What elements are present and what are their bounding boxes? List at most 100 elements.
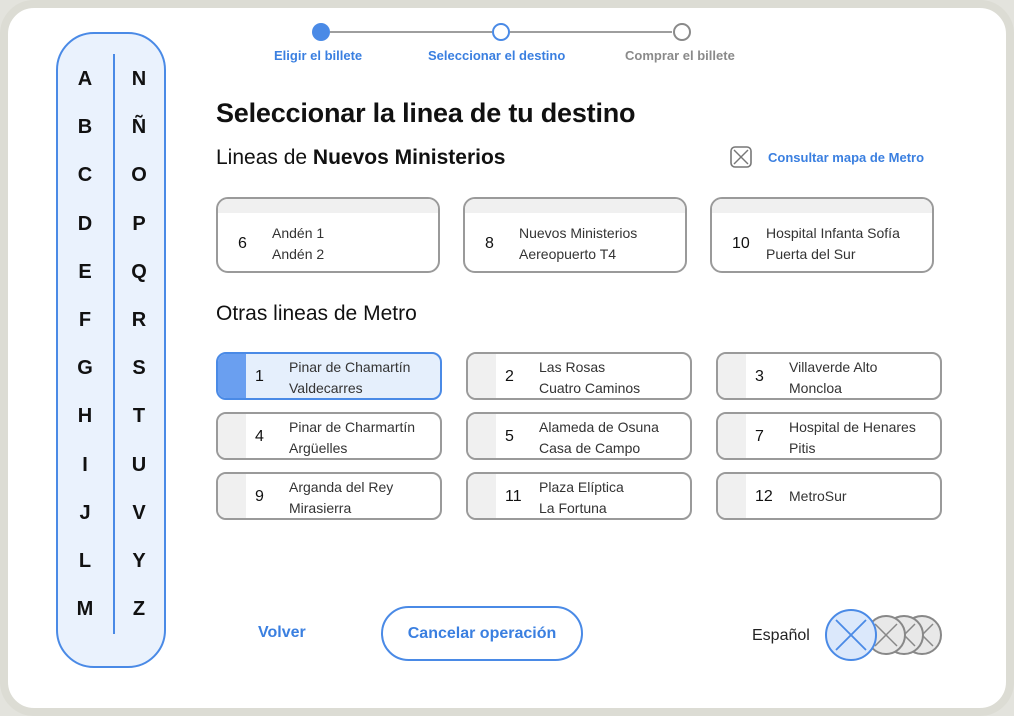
- line-terminal-1: Pinar de Charmartín: [289, 419, 416, 435]
- station-line-card[interactable]: 6 Andén 1 Andén 2: [216, 197, 440, 273]
- card-tab: [218, 414, 246, 458]
- alphabet-letter[interactable]: L: [65, 550, 105, 573]
- card-tab: [218, 474, 246, 518]
- line-number: 3: [755, 368, 764, 385]
- line-number: 5: [505, 428, 514, 445]
- alphabet-letter[interactable]: E: [65, 261, 105, 284]
- line-terminal-2: Valdecarres: [289, 380, 363, 396]
- step-2-label: Seleccionar el destino: [428, 48, 566, 63]
- back-button[interactable]: Volver: [258, 624, 306, 642]
- card-band: [712, 199, 932, 213]
- line-number: 10: [732, 235, 750, 252]
- station-name: Nuevos Ministerios: [312, 146, 506, 169]
- alphabet-letter[interactable]: P: [119, 213, 159, 236]
- metro-line-card[interactable]: 12 MetroSur: [716, 472, 942, 520]
- line-terminal-2: Puerta del Sur: [766, 246, 856, 262]
- step-1-dot: [312, 23, 330, 41]
- alphabet-letter[interactable]: A: [65, 68, 105, 91]
- alphabet-letter[interactable]: V: [119, 502, 159, 525]
- line-number: 6: [238, 235, 247, 252]
- step-1-label: Eligir el billete: [274, 48, 363, 63]
- cancel-operation-button[interactable]: Cancelar operación: [381, 606, 583, 661]
- alphabet-letter[interactable]: F: [65, 309, 105, 332]
- alphabet-letter[interactable]: U: [119, 454, 159, 477]
- line-terminal-1: Hospital Infanta Sofía: [766, 225, 900, 241]
- line-terminal-2: Pitis: [789, 440, 816, 456]
- alphabet-letter[interactable]: Y: [119, 550, 159, 573]
- station-line-card[interactable]: 10 Hospital Infanta Sofía Puerta del Sur: [710, 197, 934, 273]
- card-band: [218, 199, 438, 213]
- station-heading-prefix: Lineas de: [216, 146, 313, 169]
- step-2-dot: [492, 23, 510, 41]
- alphabet-index: A B C D E F G H I J L M N Ñ O P Q R S T U V Y Z: [56, 32, 166, 668]
- line-terminal-2: Cuatro Caminos: [539, 380, 641, 396]
- card-tab: [718, 474, 746, 518]
- alphabet-letter[interactable]: T: [119, 405, 159, 428]
- alphabet-divider: [113, 54, 115, 634]
- line-terminal-1: Nuevos Ministerios: [519, 225, 638, 241]
- alphabet-letter[interactable]: Ñ: [119, 116, 159, 139]
- line-number: 11: [505, 488, 522, 505]
- line-number: 12: [755, 488, 773, 505]
- line-number: 7: [755, 428, 764, 445]
- stepper-connector-2: [510, 31, 672, 33]
- line-terminal-1: MetroSur: [789, 488, 847, 504]
- metro-line-card[interactable]: 1 Pinar de Chamartín Valdecarres: [216, 352, 442, 400]
- card-tab: [218, 354, 246, 398]
- step-3-dot: [673, 23, 691, 41]
- metro-line-card[interactable]: 4 Pinar de Charmartín Argüelles: [216, 412, 442, 460]
- line-number: 2: [505, 368, 514, 385]
- line-terminal-2: Aereopuerto T4: [519, 246, 617, 262]
- line-terminal-2: Moncloa: [789, 380, 842, 396]
- metro-line-card[interactable]: 11 Plaza Elíptica La Fortuna: [466, 472, 692, 520]
- line-terminal-1: Villaverde Alto: [789, 359, 878, 375]
- card-tab: [468, 414, 496, 458]
- metro-map-link-label: Consultar mapa de Metro: [768, 149, 925, 165]
- alphabet-letter[interactable]: C: [65, 164, 105, 187]
- line-terminal-2: Argüelles: [289, 440, 348, 456]
- metro-line-card[interactable]: 3 Villaverde Alto Moncloa: [716, 352, 942, 400]
- line-terminal-2: La Fortuna: [539, 500, 607, 516]
- metro-line-card[interactable]: 7 Hospital de Henares Pitis: [716, 412, 942, 460]
- line-terminal-1: Plaza Elíptica: [539, 479, 624, 495]
- line-terminal-1: Andén 1: [272, 225, 325, 241]
- alphabet-letter[interactable]: B: [65, 116, 105, 139]
- card-tab: [718, 414, 746, 458]
- station-line-card[interactable]: 8 Nuevos Ministerios Aereopuerto T4: [463, 197, 687, 273]
- alphabet-letter[interactable]: M: [65, 598, 105, 621]
- line-number: 8: [485, 235, 494, 252]
- line-terminal-2: Casa de Campo: [539, 440, 641, 456]
- stepper-connector-1: [330, 31, 492, 33]
- alphabet-letter[interactable]: S: [119, 357, 159, 380]
- line-number: 9: [255, 488, 264, 505]
- alphabet-letter[interactable]: H: [65, 405, 105, 428]
- alphabet-letter[interactable]: I: [65, 454, 105, 477]
- metro-line-card[interactable]: 5 Alameda de Osuna Casa de Campo: [466, 412, 692, 460]
- language-flag-selected[interactable]: [825, 609, 877, 661]
- page-title: Seleccionar la linea de tu destino: [216, 98, 636, 128]
- map-icon: [730, 146, 752, 168]
- alphabet-letter[interactable]: J: [65, 502, 105, 525]
- alphabet-letter[interactable]: G: [65, 357, 105, 380]
- line-number: 4: [255, 428, 264, 445]
- alphabet-letter[interactable]: R: [119, 309, 159, 332]
- alphabet-letter[interactable]: N: [119, 68, 159, 91]
- line-terminal-1: Alameda de Osuna: [539, 419, 659, 435]
- metro-line-card[interactable]: 2 Las Rosas Cuatro Caminos: [466, 352, 692, 400]
- line-terminal-1: Arganda del Rey: [289, 479, 394, 495]
- flag-placeholder-icon: [835, 619, 867, 651]
- line-terminal-1: Pinar de Chamartín: [289, 359, 411, 375]
- language-label: Español: [752, 627, 810, 644]
- station-heading: Lineas de Nuevos Ministerios: [216, 146, 505, 170]
- line-terminal-2: Mirasierra: [289, 500, 352, 516]
- metro-line-card[interactable]: 9 Arganda del Rey Mirasierra: [216, 472, 442, 520]
- alphabet-letter[interactable]: Z: [119, 598, 159, 621]
- metro-map-link[interactable]: Consultar mapa de Metro: [730, 146, 924, 168]
- line-terminal-1: Las Rosas: [539, 359, 606, 375]
- alphabet-letter[interactable]: Q: [119, 261, 159, 284]
- line-terminal-2: Andén 2: [272, 246, 325, 262]
- card-tab: [468, 474, 496, 518]
- alphabet-letter[interactable]: O: [119, 164, 159, 187]
- card-tab: [468, 354, 496, 398]
- alphabet-letter[interactable]: D: [65, 213, 105, 236]
